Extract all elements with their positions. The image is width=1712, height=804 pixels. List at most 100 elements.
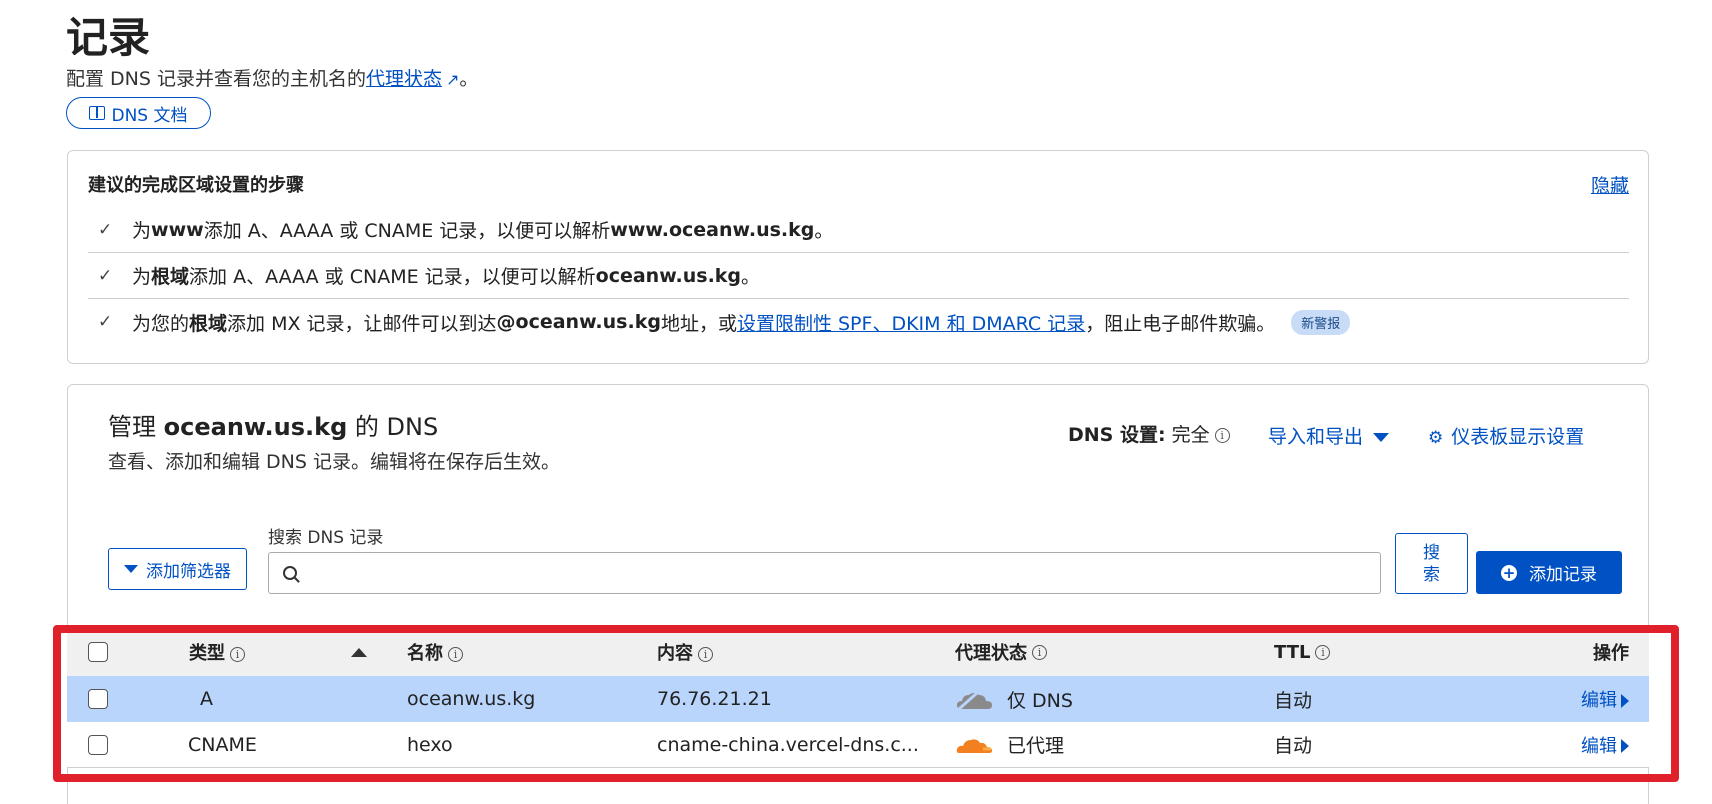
edit-record-link[interactable]: 编辑 [1581, 732, 1629, 758]
header-ttl-label: TTL [1274, 641, 1311, 663]
page-desc-suffix: 。 [459, 68, 479, 90]
record-content: cname-china.vercel-dns.c... [657, 733, 919, 756]
table-row[interactable]: CNAME hexo cname-china.vercel-dns.c... 已… [67, 722, 1649, 768]
edit-label: 编辑 [1581, 735, 1617, 757]
page-title: 记录 [66, 13, 151, 62]
cloud-gray-icon [957, 691, 992, 711]
edit-record-link[interactable]: 编辑 [1581, 686, 1629, 712]
header-content-label: 内容 [657, 643, 693, 664]
record-type: A [200, 688, 213, 710]
spf-dkim-dmarc-link[interactable]: 设置限制性 SPF、DKIM 和 DMARC 记录 [737, 309, 1085, 336]
table-header-row: 类型 i 名称 i 内容 i 代理状态 i TTL i 操作 [67, 628, 1649, 676]
record-type: CNAME [188, 733, 257, 756]
check-icon: ✓ [98, 265, 113, 286]
record-content: 76.76.21.21 [657, 688, 772, 710]
table-row[interactable]: A oceanw.us.kg 76.76.21.21 仅 DNS 自动 编辑 [67, 676, 1649, 722]
header-content[interactable]: 内容 i [657, 639, 713, 665]
step-text: 为 [132, 266, 152, 288]
step-domain: www.oceanw.us.kg [610, 218, 815, 241]
info-icon[interactable]: i [698, 646, 713, 662]
info-icon[interactable]: i [448, 646, 463, 662]
dns-card-title: 管理 oceanw.us.kg 的 DNS [108, 407, 438, 442]
step-bold: www [151, 218, 204, 241]
gear-icon: ⚙ [1428, 428, 1444, 448]
filter-icon [124, 565, 138, 573]
header-type[interactable]: 类型 i [189, 639, 245, 665]
proxy-status-label: 已代理 [1007, 735, 1065, 757]
plus-circle-icon: + [1501, 563, 1517, 582]
hide-steps-link[interactable]: 隐藏 [1591, 171, 1629, 198]
row-checkbox[interactable] [88, 734, 108, 755]
page-desc-prefix: 配置 DNS 记录并查看您的主机名的 [66, 68, 366, 90]
search-label: 搜索 DNS 记录 [268, 528, 384, 548]
header-ttl[interactable]: TTL i [1274, 641, 1331, 663]
page-description: 配置 DNS 记录并查看您的主机名的代理状态 ↗。 [66, 64, 478, 91]
search-icon [283, 566, 297, 580]
step-text: 为 [132, 220, 152, 242]
step-domain: @oceanw.us.kg [496, 311, 661, 333]
chevron-down-icon [1373, 433, 1390, 442]
record-ttl: 自动 [1274, 689, 1313, 712]
header-type-label: 类型 [189, 643, 225, 664]
check-icon: ✓ [98, 312, 113, 332]
row-checkbox[interactable] [88, 689, 108, 709]
step-text: 地址，或 [660, 312, 737, 335]
header-actions: 操作 [1593, 643, 1629, 664]
header-proxy-label: 代理状态 [955, 643, 1027, 664]
add-record-label: 添加记录 [1529, 565, 1597, 585]
import-export-label: 导入和导出 [1268, 426, 1364, 448]
dns-settings-label: DNS 设置: [1068, 424, 1166, 446]
sort-ascending-icon[interactable] [351, 647, 367, 657]
triangle-right-icon [1621, 693, 1629, 708]
add-filter-label: 添加筛选器 [146, 561, 231, 582]
step-text: 添加 A、AAAA 或 CNAME 记录，以便可以解析 [189, 266, 596, 288]
record-proxy-status: 已代理 [955, 731, 1064, 758]
header-proxy-status[interactable]: 代理状态 i [955, 639, 1047, 665]
import-export-dropdown[interactable]: 导入和导出 [1268, 422, 1390, 449]
search-button[interactable]: 搜索 [1395, 533, 1468, 594]
info-icon[interactable]: i [230, 646, 245, 662]
search-field[interactable] [268, 552, 1381, 594]
dns-docs-button[interactable]: DNS 文档 [66, 97, 211, 129]
step-bold: 根域 [151, 266, 190, 288]
dashboard-settings-label: 仪表板显示设置 [1451, 426, 1585, 448]
new-alert-badge: 新警报 [1291, 309, 1351, 335]
setup-steps-card: 建议的完成区域设置的步骤 隐藏 ✓ 为 www 添加 A、AAAA 或 CNAM… [67, 150, 1649, 364]
check-icon: ✓ [98, 219, 113, 240]
step-text: 。 [741, 266, 761, 288]
dns-title-suffix: 的 DNS [347, 413, 439, 441]
step-item: ✓ 为 www 添加 A、AAAA 或 CNAME 记录，以便可以解析 www.… [88, 207, 1629, 253]
proxy-status-label: 仅 DNS [1007, 689, 1073, 712]
step-text: 添加 A、AAAA 或 CNAME 记录，以便可以解析 [203, 220, 611, 242]
dns-docs-label: DNS 文档 [111, 105, 188, 126]
info-icon[interactable]: i [1032, 644, 1047, 660]
step-domain: oceanw.us.kg [595, 264, 742, 287]
record-proxy-status: 仅 DNS [955, 686, 1073, 713]
step-bold: 根域 [189, 312, 228, 335]
step-text: 为您的 [132, 312, 190, 335]
header-name[interactable]: 名称 i [407, 639, 463, 665]
dns-title-domain: oceanw.us.kg [163, 413, 348, 441]
steps-title: 建议的完成区域设置的步骤 [88, 175, 304, 196]
info-icon[interactable]: i [1214, 428, 1230, 443]
select-all-checkbox[interactable] [88, 642, 108, 662]
add-record-button[interactable]: + 添加记录 [1476, 551, 1622, 594]
triangle-right-icon [1621, 739, 1629, 753]
step-text: ，阻止电子邮件欺骗。 [1085, 312, 1276, 335]
info-icon[interactable]: i [1315, 645, 1331, 660]
dns-title-prefix: 管理 [108, 413, 164, 441]
external-link-icon[interactable]: ↗ [446, 70, 459, 89]
add-filter-button[interactable]: 添加筛选器 [108, 548, 247, 590]
header-name-label: 名称 [407, 643, 443, 664]
search-input[interactable] [307, 553, 1380, 593]
record-ttl: 自动 [1274, 735, 1313, 757]
dns-settings-value: 完全 [1171, 424, 1210, 446]
proxy-status-link[interactable]: 代理状态 [366, 68, 442, 90]
dashboard-display-settings[interactable]: ⚙ 仪表板显示设置 [1428, 422, 1584, 449]
edit-label: 编辑 [1581, 690, 1617, 711]
step-item: ✓ 为根域 添加 A、AAAA 或 CNAME 记录，以便可以解析 oceanw.… [88, 253, 1629, 299]
dns-settings-status: DNS 设置: 完全 i [1068, 420, 1230, 447]
cloud-orange-icon [956, 738, 992, 753]
record-name: oceanw.us.kg [407, 688, 536, 710]
step-item: ✓ 为您的 根域 添加 MX 记录，让邮件可以到达 @oceanw.us.kg 地址… [88, 299, 1629, 345]
